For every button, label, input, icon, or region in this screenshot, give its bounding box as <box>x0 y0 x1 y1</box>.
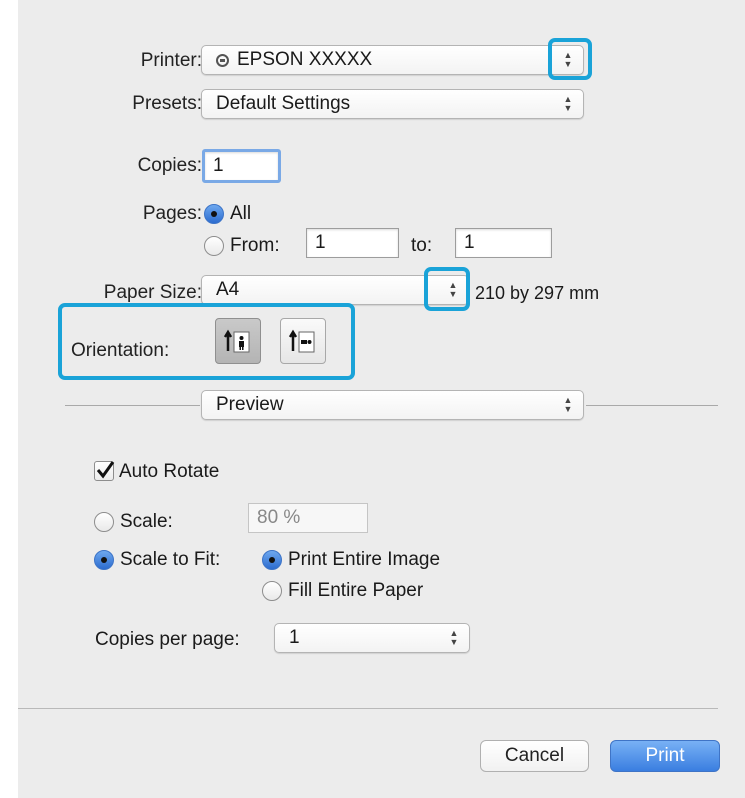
paper-size-dimensions: 210 by 297 mm <box>475 283 600 303</box>
bottom-divider <box>18 708 718 709</box>
fill-entire-paper-radio[interactable] <box>262 581 282 601</box>
copies-value: 1 <box>213 155 224 176</box>
presets-popup[interactable]: Default Settings ▲ ▼ <box>201 89 584 119</box>
portrait-icon <box>223 329 250 353</box>
auto-rotate-label: Auto Rotate <box>119 461 220 482</box>
section-popup-value: Preview <box>216 394 284 415</box>
pages-label: Pages: <box>142 203 202 224</box>
scale-radio[interactable] <box>94 512 114 532</box>
copies-per-page-label: Copies per page: <box>95 629 240 650</box>
print-entire-image-label: Print Entire Image <box>288 549 441 570</box>
copies-label: Copies: <box>137 155 202 176</box>
scale-value: 80 % <box>257 507 301 528</box>
copies-per-page-value: 1 <box>289 627 300 648</box>
presets-label: Presets: <box>132 93 202 114</box>
presets-value: Default Settings <box>216 93 351 114</box>
printer-status-icon <box>216 53 229 67</box>
pages-all-radio[interactable] <box>204 204 224 224</box>
fill-entire-paper-label: Fill Entire Paper <box>288 580 424 601</box>
scale-to-fit-radio[interactable] <box>94 550 114 570</box>
pages-to-label: to: <box>411 235 433 256</box>
print-entire-image-radio[interactable] <box>262 550 282 570</box>
landscape-orientation-button[interactable] <box>280 318 326 364</box>
copies-per-page-popup[interactable]: 1 ▲ ▼ <box>274 623 470 653</box>
pages-from-value: 1 <box>315 232 326 253</box>
orientation-label: Orientation: <box>71 340 170 361</box>
pages-from-label: From: <box>230 235 280 256</box>
pages-from-field[interactable]: 1 <box>306 228 399 258</box>
printer-popup[interactable]: EPSON XXXXX ▲ ▼ <box>201 45 584 75</box>
printer-label: Printer: <box>140 50 202 71</box>
portrait-orientation-button[interactable] <box>215 318 261 364</box>
pages-from-radio[interactable] <box>204 236 224 256</box>
paper-size-label: Paper Size: <box>103 282 202 303</box>
print-button[interactable]: Print <box>610 740 720 772</box>
paper-size-value: A4 <box>216 279 240 300</box>
printer-value: EPSON XXXXX <box>237 49 373 70</box>
pages-all-label: All <box>230 203 252 224</box>
popup-arrows-icon: ▲ ▼ <box>563 395 573 414</box>
printer-arrows-highlight <box>548 38 592 80</box>
pages-to-value: 1 <box>464 232 475 253</box>
landscape-icon <box>288 329 315 353</box>
scale-label: Scale: <box>120 511 173 532</box>
paper-size-arrows-highlight <box>424 267 470 311</box>
auto-rotate-checkbox[interactable] <box>94 461 115 481</box>
print-dialog: Printer: EPSON XXXXX ▲ ▼ Presets: Default… <box>18 0 745 798</box>
copies-field[interactable]: 1 <box>202 149 281 183</box>
pages-to-field[interactable]: 1 <box>455 228 552 258</box>
section-divider-left <box>65 405 200 406</box>
popup-arrows-icon: ▲ ▼ <box>563 94 573 113</box>
section-divider-right <box>586 405 718 406</box>
scale-field[interactable]: 80 % <box>248 503 368 533</box>
section-popup[interactable]: Preview ▲ ▼ <box>201 390 584 420</box>
checkmark-icon <box>96 461 115 479</box>
popup-arrows-icon: ▲ ▼ <box>449 628 459 647</box>
cancel-button[interactable]: Cancel <box>480 740 589 772</box>
scale-to-fit-label: Scale to Fit: <box>120 549 221 570</box>
